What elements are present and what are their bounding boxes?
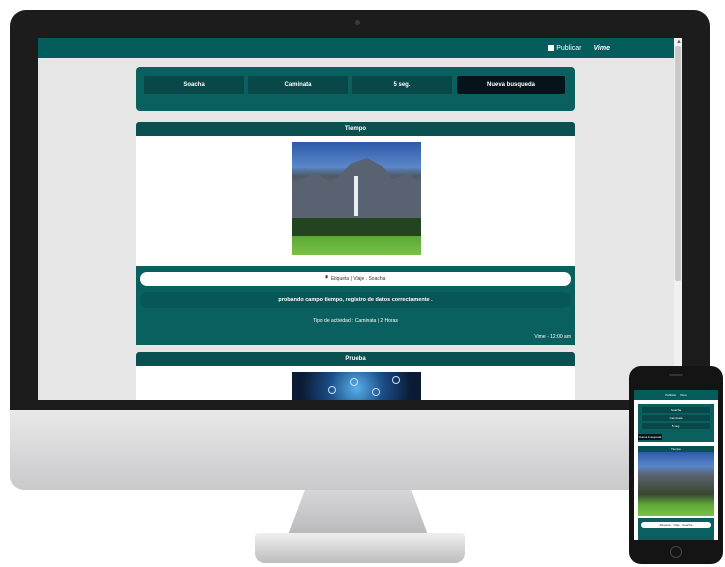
waterfall-shape <box>354 176 358 216</box>
post-title: Prueba <box>136 352 575 366</box>
phone-navbar: Publicar Vime <box>634 390 718 400</box>
post-footer: ▘ Etiqueta | Viaje . Soacha probando cam… <box>136 266 575 345</box>
device-mockup: Publicar Vime ▲ Soacha Caminata 5 seg. N… <box>0 0 725 567</box>
filter-activity-button[interactable]: Caminata <box>248 76 348 94</box>
phone-location-pill: Etiqueta . Viaje . Soacha <box>641 522 711 528</box>
circle-shape <box>328 386 336 394</box>
user-menu[interactable]: Vime <box>594 45 610 52</box>
imac-base <box>255 533 465 563</box>
post-description: probando campo tiempo, registro de datos… <box>140 292 571 308</box>
imac-chin <box>10 410 710 490</box>
circle-shape <box>372 388 380 396</box>
post-image[interactable] <box>292 372 421 400</box>
trees-shape <box>292 218 421 236</box>
circle-shape <box>392 376 400 384</box>
top-navbar: Publicar Vime <box>38 38 674 58</box>
post-title: Tiempo <box>136 122 575 136</box>
location-text: Etiqueta | Viaje . Soacha <box>330 276 386 282</box>
post-card: Tiempo ▘ Etiqueta | Viaje . Soacha proba… <box>136 122 575 345</box>
publish-link[interactable]: Publicar <box>548 44 582 52</box>
scrollbar[interactable]: ▲ <box>674 38 682 400</box>
desktop-screen: Publicar Vime ▲ Soacha Caminata 5 seg. N… <box>38 38 682 400</box>
publish-icon <box>548 45 555 51</box>
post-time: Vime - 12:00 am <box>534 334 571 340</box>
post-image[interactable] <box>292 142 421 255</box>
new-search-button[interactable]: Nueva busqueda <box>457 76 565 94</box>
phone-filter-duration[interactable]: 5 seg. <box>642 423 710 429</box>
phone-user-menu[interactable]: Vime <box>680 393 687 397</box>
phone-screen: Publicar Vime Soacha Caminata 5 seg. Nue… <box>634 390 718 540</box>
phone-new-search-button[interactable]: Nueva busqueda <box>638 434 662 440</box>
phone-device: Publicar Vime Soacha Caminata 5 seg. Nue… <box>629 366 723 564</box>
phone-filter-activity[interactable]: Caminata <box>642 415 710 421</box>
filter-location-button[interactable]: Soacha <box>144 76 244 94</box>
imac-stand <box>288 490 428 535</box>
filter-duration-button[interactable]: 5 seg. <box>352 76 452 94</box>
location-pill: ▘ Etiqueta | Viaje . Soacha <box>140 272 571 286</box>
scroll-up-icon[interactable]: ▲ <box>676 39 682 45</box>
phone-filter-location[interactable]: Soacha <box>642 407 710 413</box>
phone-home-button[interactable] <box>670 546 682 558</box>
circle-shape <box>350 378 358 386</box>
publish-label: Publicar <box>556 44 582 52</box>
phone-publish-link[interactable]: Publicar <box>665 393 676 397</box>
camera-dot <box>355 20 360 25</box>
phone-post-footer: Etiqueta . Viaje . Soacha <box>638 518 714 540</box>
post-card: Prueba <box>136 352 575 400</box>
phone-filter-panel: Soacha Caminata 5 seg. Nueva busqueda <box>638 404 714 442</box>
tag-icon: ▘ <box>325 276 330 282</box>
post-meta: Tipo de actividad : Caminata | 2 Horas <box>313 318 398 324</box>
filter-panel: Soacha Caminata 5 seg. Nueva busqueda <box>136 67 575 111</box>
scrollbar-thumb[interactable] <box>675 46 681 281</box>
phone-speaker <box>669 374 683 376</box>
phone-post-image[interactable] <box>638 452 714 516</box>
